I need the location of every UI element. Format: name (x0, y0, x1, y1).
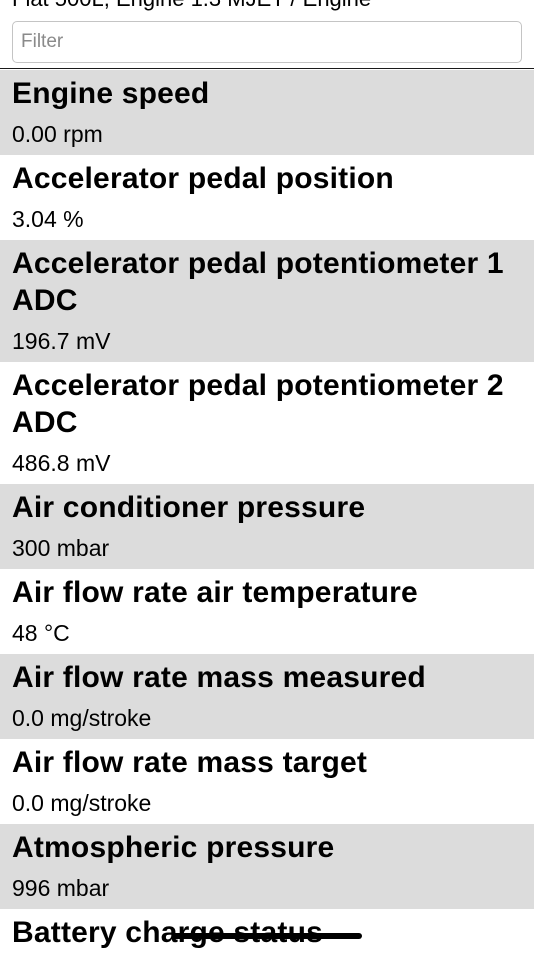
parameter-name: Accelerator pedal potentiometer 1 ADC (12, 247, 504, 317)
parameter-name: Air flow rate air temperature (12, 576, 418, 609)
header-divider (0, 68, 534, 69)
parameter-value: 0.00 rpm (12, 121, 103, 147)
list-item[interactable]: Atmospheric pressure 996 mbar (0, 824, 534, 909)
filter-input[interactable] (12, 21, 522, 63)
parameter-name: Air conditioner pressure (12, 491, 366, 524)
parameter-value: 3.04 % (12, 206, 84, 232)
parameter-value: 300 mbar (12, 535, 110, 561)
parameter-value: 0.0 mg/stroke (12, 705, 152, 731)
list-item[interactable]: Accelerator pedal potentiometer 1 ADC 19… (0, 240, 534, 362)
parameter-value: 486.8 mV (12, 450, 111, 476)
list-item[interactable]: Accelerator pedal potentiometer 2 ADC 48… (0, 362, 534, 484)
header: Fiat 500L, Engine 1.3 MJET / Engine (0, 0, 534, 69)
parameter-name: Air flow rate mass measured (12, 661, 426, 694)
list-item[interactable]: Air conditioner pressure 300 mbar (0, 484, 534, 569)
page-title: Fiat 500L, Engine 1.3 MJET / Engine (12, 0, 371, 12)
list-item[interactable]: Accelerator pedal position 3.04 % (0, 155, 534, 240)
parameter-value: 196.7 mV (12, 328, 111, 354)
parameter-list[interactable]: Engine speed 0.00 rpm Accelerator pedal … (0, 70, 534, 963)
parameter-name: Accelerator pedal position (12, 162, 394, 195)
list-item[interactable]: Air flow rate air temperature 48 °C (0, 569, 534, 654)
parameter-value: 0.0 mg/stroke (12, 790, 152, 816)
parameter-value: 48 °C (12, 620, 70, 646)
parameter-name: Engine speed (12, 77, 210, 110)
parameter-name: Accelerator pedal potentiometer 2 ADC (12, 369, 504, 439)
parameter-value: 996 mbar (12, 875, 110, 901)
list-item[interactable]: Air flow rate mass target 0.0 mg/stroke (0, 739, 534, 824)
parameter-name: Air flow rate mass target (12, 746, 368, 779)
parameter-name: Atmospheric pressure (12, 831, 335, 864)
list-item[interactable]: Air flow rate mass measured 0.0 mg/strok… (0, 654, 534, 739)
list-item[interactable]: Engine speed 0.00 rpm (0, 70, 534, 155)
home-indicator[interactable] (172, 933, 362, 939)
